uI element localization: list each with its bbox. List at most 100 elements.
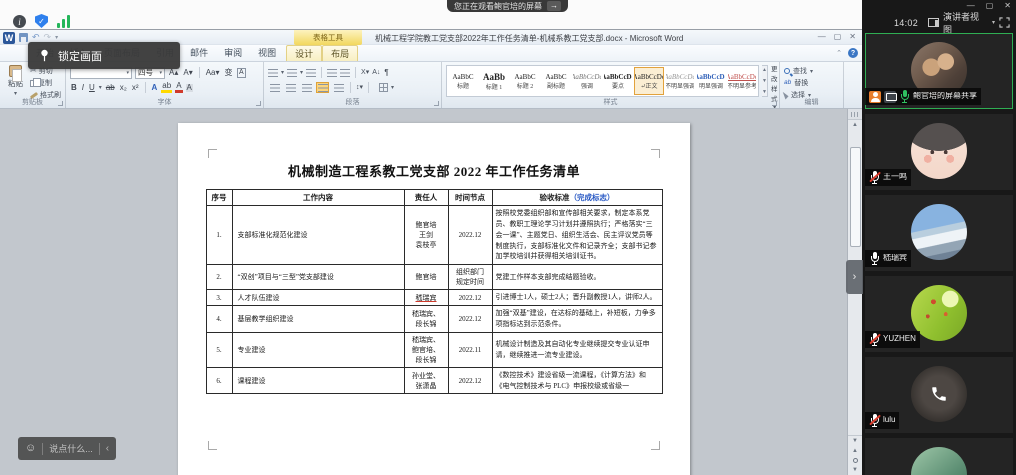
subscript-icon[interactable]: x₂ bbox=[119, 84, 128, 92]
cell-criteria[interactable]: 加强“双基”建设，在达标的基础上，补短板，力争多项指标达到示范条件。 bbox=[492, 306, 662, 333]
shield-icon[interactable]: ✓ bbox=[35, 14, 48, 28]
participant-tile[interactable]: 嵇瑞宾 bbox=[865, 195, 1013, 271]
participant-tile[interactable]: lulu bbox=[865, 357, 1013, 433]
cell-task[interactable]: 课程建设 bbox=[232, 367, 404, 394]
cell-criteria[interactable]: 引进博士1人，硕士2人；晋升副教授1人，讲师2人。 bbox=[492, 290, 662, 306]
asian-layout-icon[interactable]: X▾ bbox=[361, 69, 369, 76]
word-close-button[interactable]: ✕ bbox=[849, 32, 856, 42]
cell-owner[interactable]: 嵇瑞宾、 鲍官培、 段长锦 bbox=[404, 332, 448, 367]
scrollbar-thumb[interactable] bbox=[850, 147, 861, 247]
close-button[interactable]: ✕ bbox=[1004, 1, 1011, 10]
sort-icon[interactable]: A↓ bbox=[372, 69, 380, 76]
cell-criteria[interactable]: 机械设计制造及其自动化专业继续提交专业认证申请，继续推进一流专业建设。 bbox=[492, 332, 662, 367]
cell-time[interactable]: 2022.11 bbox=[448, 332, 492, 367]
cell-no[interactable]: 6. bbox=[206, 367, 232, 394]
bullet-list-icon[interactable] bbox=[268, 69, 278, 77]
document-area[interactable]: 机械制造工程系教工党支部 2022 年工作任务清单 序号 工作内容 责任人 时间… bbox=[0, 109, 847, 475]
change-styles-button[interactable]: A 更改样式 ▾ bbox=[771, 65, 778, 97]
ruler-toggle-icon[interactable] bbox=[848, 109, 862, 120]
cell-criteria[interactable]: 按照校党委组织部和宣传部相关要求，制定本系党员、教职工理论学习计划并遵照执行；严… bbox=[492, 206, 662, 265]
style-item[interactable]: AaBbCcDd 不明显参考 bbox=[727, 67, 757, 95]
strikethrough-icon[interactable]: ab bbox=[105, 84, 116, 92]
multilevel-list-icon[interactable] bbox=[306, 69, 316, 77]
browse-object-icon[interactable] bbox=[853, 458, 858, 463]
previous-page-icon[interactable]: ▲ bbox=[848, 446, 862, 456]
cell-task[interactable]: “双创”项目与“三型”党支部建设 bbox=[232, 265, 404, 290]
decrease-indent-icon[interactable] bbox=[327, 69, 337, 77]
align-right-icon[interactable] bbox=[300, 82, 313, 93]
copy-button[interactable]: 复制 bbox=[30, 78, 61, 88]
cell-task[interactable]: 专业建设 bbox=[232, 332, 404, 367]
style-item[interactable]: AaBbC 标题 2 bbox=[510, 67, 540, 95]
italic-icon[interactable]: I bbox=[81, 84, 85, 92]
ribbon-tab-contextual[interactable]: 设计 bbox=[286, 45, 322, 61]
cell-task[interactable]: 基层教学组织建设 bbox=[232, 306, 404, 333]
character-border-icon[interactable]: A bbox=[237, 68, 247, 78]
superscript-icon[interactable]: x² bbox=[131, 84, 140, 92]
change-case-icon[interactable]: Aa▾ bbox=[205, 69, 221, 77]
scroll-up-icon[interactable]: ▲ bbox=[848, 120, 862, 130]
fullscreen-icon[interactable] bbox=[999, 17, 1010, 28]
undo-icon[interactable]: ↶ bbox=[32, 33, 40, 42]
chat-collapse-icon[interactable]: ‹ bbox=[106, 443, 109, 454]
highlight-color-icon[interactable]: ab bbox=[161, 82, 172, 93]
align-center-icon[interactable] bbox=[284, 82, 297, 93]
col-header[interactable]: 验收标准（完成标志） bbox=[492, 190, 662, 206]
lock-screen-button[interactable]: 锁定画面 bbox=[28, 42, 180, 69]
cell-no[interactable]: 4. bbox=[206, 306, 232, 333]
next-page-icon[interactable]: ▼ bbox=[848, 465, 862, 475]
participant-tile[interactable]: 鲍官培的屏幕共享 bbox=[865, 33, 1013, 109]
document-page[interactable]: 机械制造工程系教工党支部 2022 年工作任务清单 序号 工作内容 责任人 时间… bbox=[178, 123, 690, 475]
info-icon[interactable]: i bbox=[13, 15, 26, 28]
word-logo-icon[interactable]: W bbox=[3, 32, 15, 44]
distribute-icon[interactable] bbox=[332, 82, 345, 93]
dialog-launcher-icon[interactable] bbox=[58, 101, 63, 106]
cell-criteria[interactable]: 《数控技术》建设省级一流课程，《计算方法》和《电气控制技术与 PLC》申报校级或… bbox=[492, 367, 662, 394]
paste-button[interactable]: 粘贴 ▾ bbox=[4, 65, 27, 97]
dialog-launcher-icon[interactable] bbox=[434, 101, 439, 106]
cell-owner[interactable]: 嵇瑞宾、 段长锦 bbox=[404, 306, 448, 333]
style-item[interactable]: AaBbCcDc 要点 bbox=[603, 67, 633, 95]
cell-no[interactable]: 2. bbox=[206, 265, 232, 290]
cell-criteria[interactable]: 党建工作样本支部完成结题验收。 bbox=[492, 265, 662, 290]
dialog-launcher-icon[interactable] bbox=[772, 101, 777, 106]
style-item[interactable]: AaBbCcDc 明显强调 bbox=[696, 67, 726, 95]
ribbon-tab-contextual[interactable]: 布局 bbox=[322, 45, 358, 61]
line-spacing-icon[interactable]: ↕▾ bbox=[356, 84, 363, 91]
scroll-down-icon[interactable]: ▼ bbox=[848, 436, 862, 446]
bold-icon[interactable]: B bbox=[70, 84, 78, 92]
cell-owner[interactable]: 鲍官培 王剑 袁枝亭 bbox=[404, 206, 448, 265]
participant-tile[interactable] bbox=[865, 438, 1013, 475]
cell-task[interactable]: 支部标准化规范化建设 bbox=[232, 206, 404, 265]
style-item[interactable]: AaBbC 副标题 bbox=[541, 67, 571, 95]
grow-font-icon[interactable]: A▴ bbox=[168, 69, 179, 77]
text-effects-icon[interactable]: A bbox=[151, 84, 159, 92]
style-item[interactable]: AaBbCcDd 不明显强调 bbox=[665, 67, 695, 95]
increase-indent-icon[interactable] bbox=[340, 69, 350, 77]
dialog-launcher-icon[interactable] bbox=[256, 101, 261, 106]
borders-icon[interactable] bbox=[379, 83, 388, 92]
col-header[interactable]: 责任人 bbox=[404, 190, 448, 206]
document-heading[interactable]: 机械制造工程系教工党支部 2022 年工作任务清单 bbox=[178, 123, 690, 180]
cell-time[interactable]: 组织部门 规定时间 bbox=[448, 265, 492, 290]
align-left-icon[interactable] bbox=[268, 82, 281, 93]
cell-time[interactable]: 2022.12 bbox=[448, 367, 492, 394]
redo-icon[interactable]: ↷ bbox=[44, 33, 52, 42]
cell-task[interactable]: 人才队伍建设 bbox=[232, 290, 404, 306]
chat-placeholder[interactable]: 说点什么... bbox=[49, 442, 93, 455]
cell-no[interactable]: 5. bbox=[206, 332, 232, 367]
chat-input[interactable]: ☺ 说点什么... ‹ bbox=[18, 437, 116, 460]
cell-no[interactable]: 1. bbox=[206, 206, 232, 265]
cell-no[interactable]: 3. bbox=[206, 290, 232, 306]
character-shading-icon[interactable]: A bbox=[186, 84, 193, 92]
show-marks-icon[interactable]: ¶ bbox=[383, 69, 389, 77]
sidebar-collapse-handle[interactable]: › bbox=[846, 260, 863, 294]
style-item[interactable]: AaBbC 标题 bbox=[448, 67, 478, 95]
col-header[interactable]: 序号 bbox=[206, 190, 232, 206]
qat-dropdown-icon[interactable]: ▾ bbox=[55, 34, 58, 41]
ribbon-tab[interactable]: 邮件 bbox=[182, 45, 216, 61]
ribbon-tab[interactable]: 审阅 bbox=[216, 45, 250, 61]
emoji-icon[interactable]: ☺ bbox=[25, 443, 36, 454]
signal-icon[interactable] bbox=[57, 15, 70, 28]
cell-owner[interactable]: 嵇瑞宾 bbox=[404, 290, 448, 306]
